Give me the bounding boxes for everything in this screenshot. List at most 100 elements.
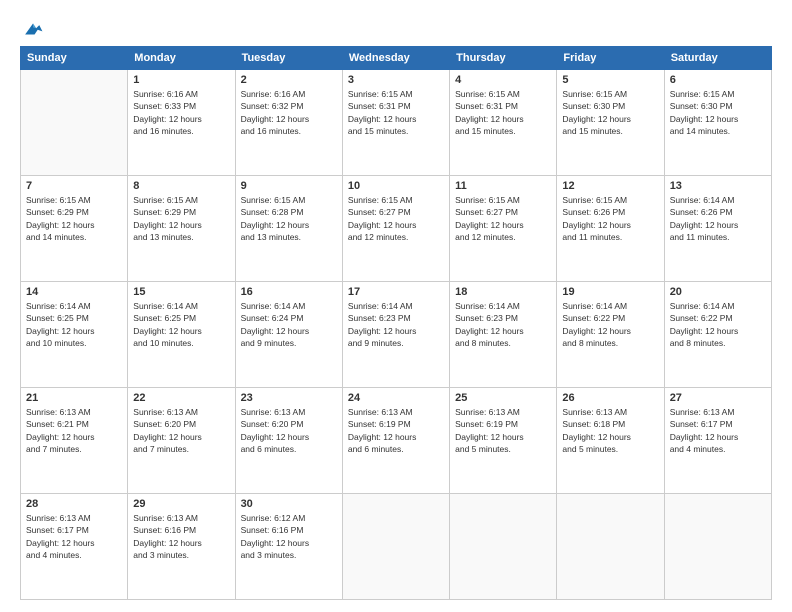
calendar-week-row: 21 Sunrise: 6:13 AMSunset: 6:21 PMDayligh… <box>21 388 772 494</box>
calendar-cell: 26 Sunrise: 6:13 AMSunset: 6:18 PMDayligh… <box>557 388 664 494</box>
day-number: 1 <box>133 74 229 86</box>
calendar-cell: 18 Sunrise: 6:14 AMSunset: 6:23 PMDayligh… <box>450 282 557 388</box>
header <box>20 18 772 36</box>
col-header-friday: Friday <box>557 47 664 70</box>
col-header-tuesday: Tuesday <box>235 47 342 70</box>
calendar-cell: 12 Sunrise: 6:15 AMSunset: 6:26 PMDayligh… <box>557 176 664 282</box>
day-number: 25 <box>455 392 551 404</box>
calendar-cell <box>342 494 449 600</box>
day-info: Sunrise: 6:15 AMSunset: 6:29 PMDaylight:… <box>26 194 122 243</box>
day-number: 17 <box>348 286 444 298</box>
day-number: 27 <box>670 392 766 404</box>
day-number: 21 <box>26 392 122 404</box>
day-info: Sunrise: 6:14 AMSunset: 6:26 PMDaylight:… <box>670 194 766 243</box>
calendar-cell: 22 Sunrise: 6:13 AMSunset: 6:20 PMDayligh… <box>128 388 235 494</box>
day-info: Sunrise: 6:15 AMSunset: 6:30 PMDaylight:… <box>670 88 766 137</box>
day-info: Sunrise: 6:15 AMSunset: 6:29 PMDaylight:… <box>133 194 229 243</box>
day-info: Sunrise: 6:13 AMSunset: 6:20 PMDaylight:… <box>133 406 229 455</box>
day-number: 15 <box>133 286 229 298</box>
calendar-cell: 10 Sunrise: 6:15 AMSunset: 6:27 PMDayligh… <box>342 176 449 282</box>
day-info: Sunrise: 6:16 AMSunset: 6:33 PMDaylight:… <box>133 88 229 137</box>
day-number: 20 <box>670 286 766 298</box>
day-number: 29 <box>133 498 229 510</box>
calendar-cell: 25 Sunrise: 6:13 AMSunset: 6:19 PMDayligh… <box>450 388 557 494</box>
calendar-cell: 8 Sunrise: 6:15 AMSunset: 6:29 PMDaylight… <box>128 176 235 282</box>
day-info: Sunrise: 6:13 AMSunset: 6:21 PMDaylight:… <box>26 406 122 455</box>
calendar-cell: 20 Sunrise: 6:14 AMSunset: 6:22 PMDayligh… <box>664 282 771 388</box>
day-number: 30 <box>241 498 337 510</box>
day-info: Sunrise: 6:15 AMSunset: 6:30 PMDaylight:… <box>562 88 658 137</box>
calendar-cell <box>557 494 664 600</box>
calendar-cell: 30 Sunrise: 6:12 AMSunset: 6:16 PMDayligh… <box>235 494 342 600</box>
day-info: Sunrise: 6:15 AMSunset: 6:31 PMDaylight:… <box>455 88 551 137</box>
col-header-saturday: Saturday <box>664 47 771 70</box>
day-info: Sunrise: 6:13 AMSunset: 6:19 PMDaylight:… <box>348 406 444 455</box>
calendar-cell: 5Sunrise: 6:15 AMSunset: 6:30 PMDaylight… <box>557 70 664 176</box>
day-number: 26 <box>562 392 658 404</box>
day-info: Sunrise: 6:14 AMSunset: 6:23 PMDaylight:… <box>348 300 444 349</box>
day-info: Sunrise: 6:14 AMSunset: 6:22 PMDaylight:… <box>562 300 658 349</box>
day-info: Sunrise: 6:13 AMSunset: 6:18 PMDaylight:… <box>562 406 658 455</box>
calendar-cell: 9 Sunrise: 6:15 AMSunset: 6:28 PMDaylight… <box>235 176 342 282</box>
calendar-cell: 2 Sunrise: 6:16 AMSunset: 6:32 PMDaylight… <box>235 70 342 176</box>
calendar-cell: 17 Sunrise: 6:14 AMSunset: 6:23 PMDayligh… <box>342 282 449 388</box>
calendar-week-row: 1 Sunrise: 6:16 AMSunset: 6:33 PMDaylight… <box>21 70 772 176</box>
day-info: Sunrise: 6:15 AMSunset: 6:26 PMDaylight:… <box>562 194 658 243</box>
calendar-cell: 24 Sunrise: 6:13 AMSunset: 6:19 PMDayligh… <box>342 388 449 494</box>
day-info: Sunrise: 6:13 AMSunset: 6:20 PMDaylight:… <box>241 406 337 455</box>
calendar-header-row: SundayMondayTuesdayWednesdayThursdayFrid… <box>21 47 772 70</box>
page: SundayMondayTuesdayWednesdayThursdayFrid… <box>0 0 792 612</box>
day-number: 16 <box>241 286 337 298</box>
calendar-cell: 3Sunrise: 6:15 AMSunset: 6:31 PMDaylight… <box>342 70 449 176</box>
day-number: 24 <box>348 392 444 404</box>
day-number: 28 <box>26 498 122 510</box>
day-number: 2 <box>241 74 337 86</box>
day-number: 12 <box>562 180 658 192</box>
col-header-thursday: Thursday <box>450 47 557 70</box>
calendar-cell <box>664 494 771 600</box>
calendar-cell: 13 Sunrise: 6:14 AMSunset: 6:26 PMDayligh… <box>664 176 771 282</box>
logo <box>20 18 44 36</box>
day-number: 19 <box>562 286 658 298</box>
day-number: 14 <box>26 286 122 298</box>
day-number: 18 <box>455 286 551 298</box>
day-number: 7 <box>26 180 122 192</box>
day-number: 3 <box>348 74 444 86</box>
day-number: 22 <box>133 392 229 404</box>
day-info: Sunrise: 6:14 AMSunset: 6:24 PMDaylight:… <box>241 300 337 349</box>
calendar-week-row: 7 Sunrise: 6:15 AMSunset: 6:29 PMDaylight… <box>21 176 772 282</box>
day-info: Sunrise: 6:14 AMSunset: 6:22 PMDaylight:… <box>670 300 766 349</box>
calendar-cell: 29Sunrise: 6:13 AMSunset: 6:16 PMDayligh… <box>128 494 235 600</box>
col-header-sunday: Sunday <box>21 47 128 70</box>
calendar-cell: 23 Sunrise: 6:13 AMSunset: 6:20 PMDayligh… <box>235 388 342 494</box>
day-number: 23 <box>241 392 337 404</box>
calendar-cell: 15Sunrise: 6:14 AMSunset: 6:25 PMDayligh… <box>128 282 235 388</box>
calendar-cell: 14Sunrise: 6:14 AMSunset: 6:25 PMDayligh… <box>21 282 128 388</box>
calendar-table: SundayMondayTuesdayWednesdayThursdayFrid… <box>20 46 772 600</box>
day-info: Sunrise: 6:15 AMSunset: 6:27 PMDaylight:… <box>455 194 551 243</box>
calendar-week-row: 28 Sunrise: 6:13 AMSunset: 6:17 PMDayligh… <box>21 494 772 600</box>
calendar-cell: 7 Sunrise: 6:15 AMSunset: 6:29 PMDaylight… <box>21 176 128 282</box>
calendar-cell: 1 Sunrise: 6:16 AMSunset: 6:33 PMDaylight… <box>128 70 235 176</box>
day-number: 13 <box>670 180 766 192</box>
logo-bird-icon <box>22 18 44 40</box>
day-info: Sunrise: 6:13 AMSunset: 6:17 PMDaylight:… <box>670 406 766 455</box>
day-info: Sunrise: 6:16 AMSunset: 6:32 PMDaylight:… <box>241 88 337 137</box>
day-number: 8 <box>133 180 229 192</box>
calendar-cell: 21 Sunrise: 6:13 AMSunset: 6:21 PMDayligh… <box>21 388 128 494</box>
day-info: Sunrise: 6:15 AMSunset: 6:28 PMDaylight:… <box>241 194 337 243</box>
day-number: 10 <box>348 180 444 192</box>
day-info: Sunrise: 6:12 AMSunset: 6:16 PMDaylight:… <box>241 512 337 561</box>
day-number: 4 <box>455 74 551 86</box>
calendar-cell: 19 Sunrise: 6:14 AMSunset: 6:22 PMDayligh… <box>557 282 664 388</box>
day-info: Sunrise: 6:14 AMSunset: 6:23 PMDaylight:… <box>455 300 551 349</box>
day-number: 9 <box>241 180 337 192</box>
calendar-cell <box>21 70 128 176</box>
calendar-cell: 11Sunrise: 6:15 AMSunset: 6:27 PMDayligh… <box>450 176 557 282</box>
day-info: Sunrise: 6:13 AMSunset: 6:17 PMDaylight:… <box>26 512 122 561</box>
day-number: 6 <box>670 74 766 86</box>
calendar-cell: 4 Sunrise: 6:15 AMSunset: 6:31 PMDaylight… <box>450 70 557 176</box>
calendar-cell: 6 Sunrise: 6:15 AMSunset: 6:30 PMDaylight… <box>664 70 771 176</box>
day-info: Sunrise: 6:13 AMSunset: 6:19 PMDaylight:… <box>455 406 551 455</box>
day-info: Sunrise: 6:15 AMSunset: 6:27 PMDaylight:… <box>348 194 444 243</box>
